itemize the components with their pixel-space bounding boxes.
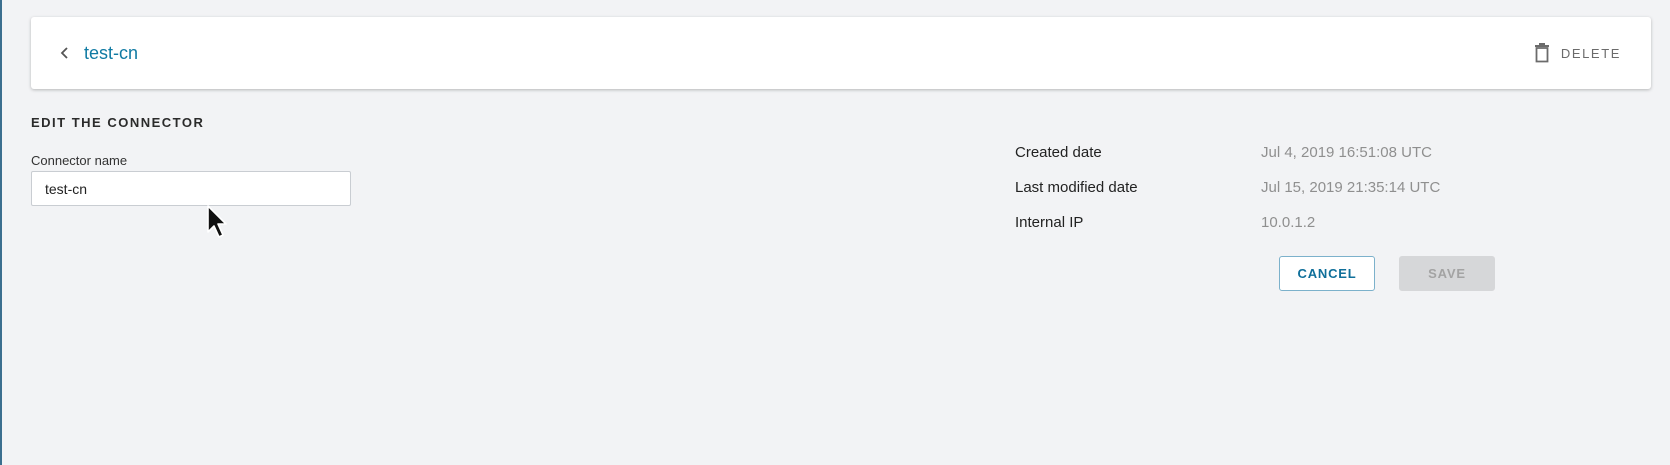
back-button[interactable]	[51, 39, 79, 67]
trash-icon	[1534, 43, 1549, 63]
connector-name-label: Connector name	[31, 153, 128, 168]
cancel-button[interactable]: CANCEL	[1279, 256, 1375, 291]
detail-label: Created date	[1015, 144, 1102, 161]
delete-label: DELETE	[1560, 45, 1621, 61]
detail-value: Jul 4, 2019 16:51:08 UTC	[1261, 144, 1432, 161]
delete-button[interactable]: DELETE	[1533, 41, 1621, 65]
section-title: EDIT THE CONNECTOR	[31, 115, 205, 130]
header-card: test-cn DELETE	[31, 17, 1651, 89]
detail-label: Internal IP	[1015, 214, 1084, 231]
mouse-pointer-icon	[207, 205, 227, 238]
save-button[interactable]: SAVE	[1399, 256, 1495, 291]
detail-row-created: Created date Jul 4, 2019 16:51:08 UTC	[1015, 144, 1440, 179]
detail-value: Jul 15, 2019 21:35:14 UTC	[1261, 179, 1441, 196]
detail-row-modified: Last modified date Jul 15, 2019 21:35:14…	[1015, 179, 1440, 214]
detail-label: Last modified date	[1015, 179, 1138, 196]
page-title: test-cn	[84, 43, 139, 63]
left-edge-rule	[0, 0, 2, 465]
detail-value: 10.0.1.2	[1261, 214, 1316, 231]
connector-details: Created date Jul 4, 2019 16:51:08 UTC La…	[1015, 144, 1440, 249]
connector-name-input[interactable]	[31, 171, 351, 206]
chevron-left-icon	[60, 47, 68, 59]
detail-row-internal-ip: Internal IP 10.0.1.2	[1015, 214, 1440, 249]
